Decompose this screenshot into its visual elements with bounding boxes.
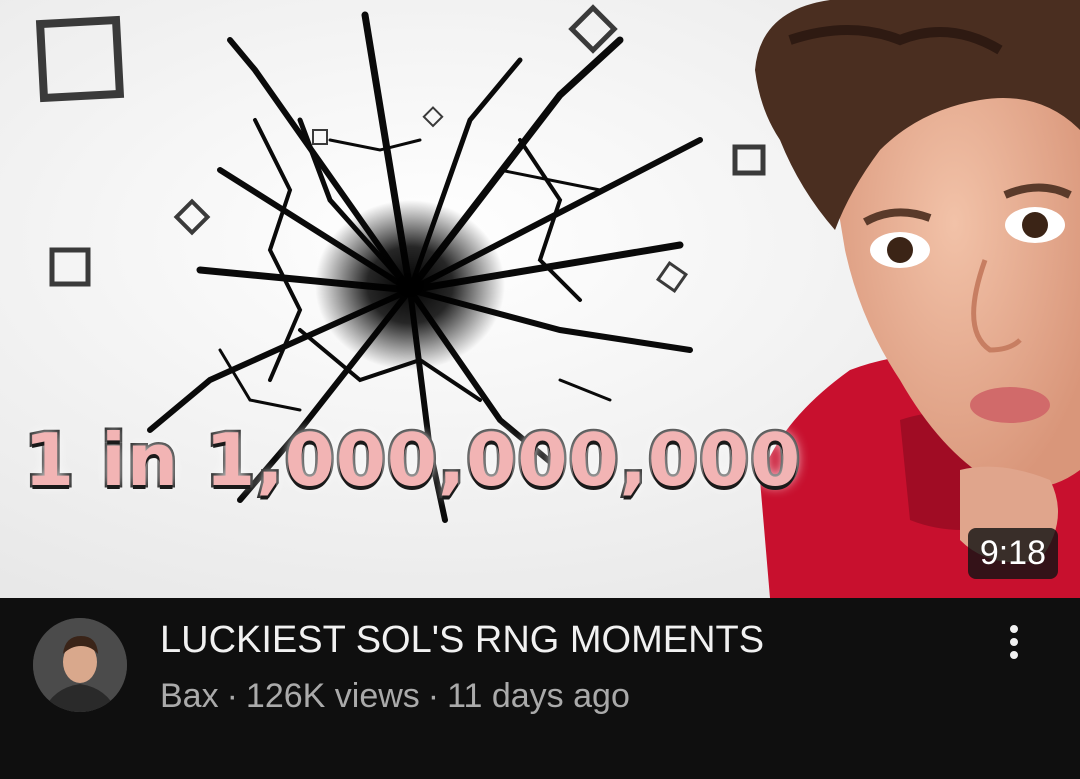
video-thumbnail[interactable]: 1 in 1,000,000,000 9:18	[0, 0, 1080, 598]
channel-name[interactable]: Bax	[160, 677, 219, 715]
channel-avatar[interactable]	[33, 618, 127, 712]
thumbnail-caption: 1 in 1,000,000,000	[21, 416, 802, 505]
video-info: LUCKIEST SOL'S RNG MOMENTS Bax · 126K view…	[0, 598, 1080, 779]
video-title[interactable]: LUCKIEST SOL'S RNG MOMENTS	[160, 618, 764, 662]
meta-separator: ·	[427, 677, 440, 715]
upload-age: 11 days ago	[447, 677, 630, 715]
more-options-button[interactable]	[994, 622, 1034, 662]
duration-badge: 9:18	[967, 528, 1058, 579]
video-card[interactable]: 1 in 1,000,000,000 9:18 LUCKIEST SOL'S R…	[0, 0, 1080, 779]
view-count: 126K views	[245, 677, 420, 715]
vertical-dots-icon	[1010, 625, 1018, 659]
video-metadata: Bax · 126K views · 11 days ago	[160, 676, 630, 716]
thumbnail-artwork	[0, 0, 1080, 598]
meta-separator: ·	[226, 677, 238, 715]
avatar-image	[33, 618, 127, 712]
impact-shadow	[315, 200, 505, 370]
